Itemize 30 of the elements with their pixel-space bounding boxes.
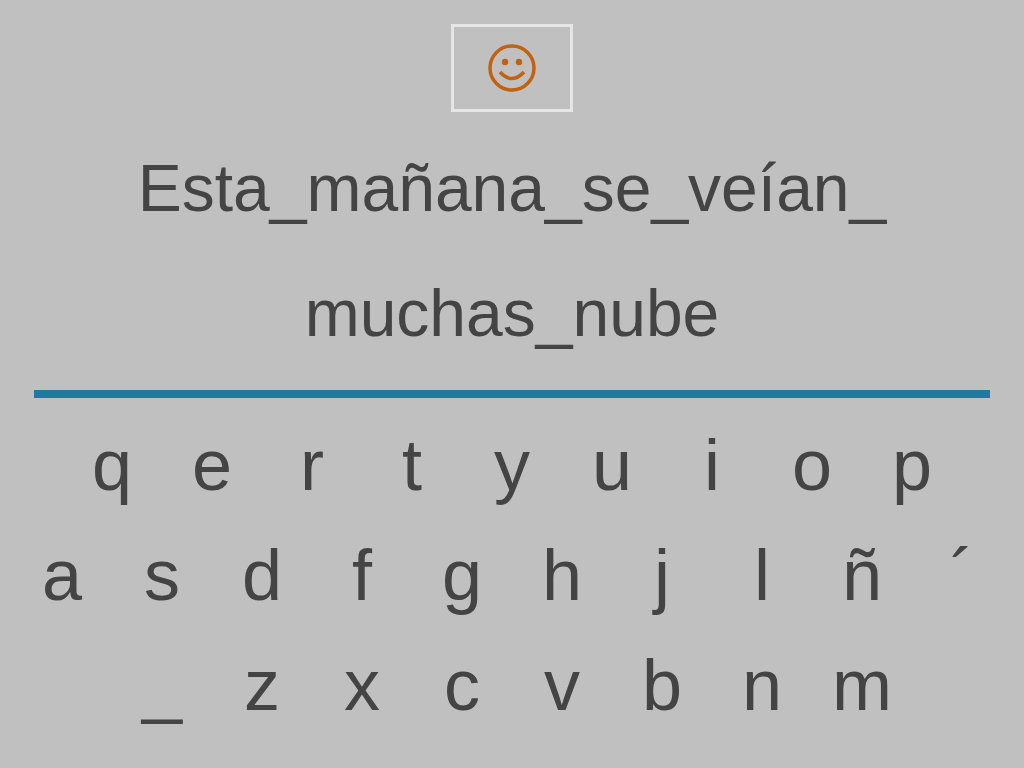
sentence-line: muchas_nube	[304, 275, 720, 352]
letter-key[interactable]: f	[312, 525, 412, 625]
letter-key[interactable]: v	[512, 635, 612, 735]
letter-key[interactable]: e	[162, 415, 262, 515]
letter-key[interactable]: z	[212, 635, 312, 735]
letter-key[interactable]: a	[12, 525, 112, 625]
letter-key[interactable]: y	[462, 415, 562, 515]
letter-key[interactable]: b	[612, 635, 712, 735]
letter-key[interactable]: n	[712, 635, 812, 735]
letter-key[interactable]: g	[412, 525, 512, 625]
letter-key[interactable]: h	[512, 525, 612, 625]
letter-key[interactable]: m	[812, 635, 912, 735]
sentence-line: Esta_mañana_se_veían_	[137, 150, 887, 227]
letter-key[interactable]: u	[562, 415, 662, 515]
letter-key[interactable]: ´	[912, 525, 1012, 625]
letter-key[interactable]: r	[262, 415, 362, 515]
letter-key[interactable]: c	[412, 635, 512, 735]
letter-key[interactable]: j	[612, 525, 712, 625]
letter-key[interactable]: i	[662, 415, 762, 515]
letter-key[interactable]: t	[362, 415, 462, 515]
letter-key[interactable]: d	[212, 525, 312, 625]
letter-key[interactable]: o	[762, 415, 862, 515]
letter-key[interactable]: ñ	[812, 525, 912, 625]
letter-key[interactable]: q	[62, 415, 162, 515]
letter-key[interactable]: x	[312, 635, 412, 735]
letter-key[interactable]: l	[712, 525, 812, 625]
smiley-icon	[487, 43, 537, 93]
letter-key[interactable]: p	[862, 415, 962, 515]
letter-key[interactable]: _	[112, 635, 212, 735]
letter-key[interactable]: s	[112, 525, 212, 625]
